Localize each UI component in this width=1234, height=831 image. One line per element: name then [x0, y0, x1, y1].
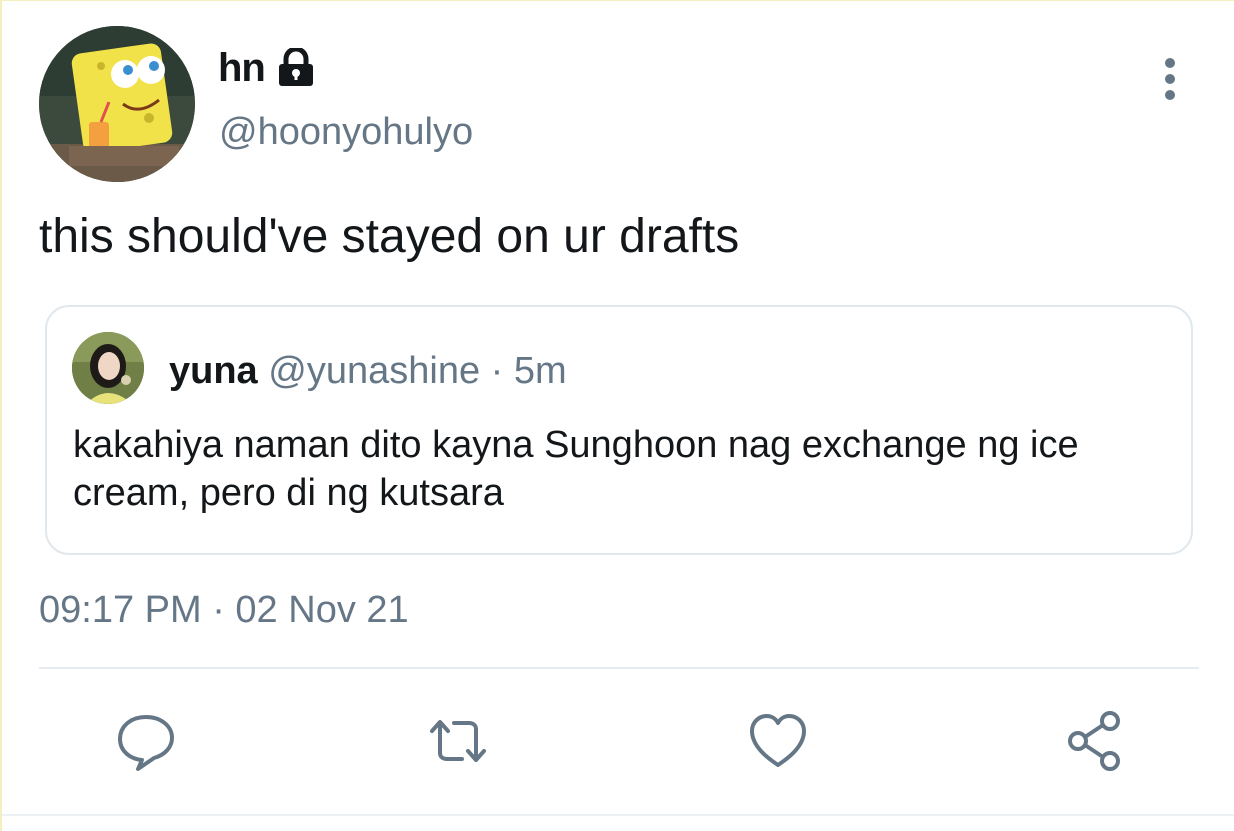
- reply-button[interactable]: [114, 709, 178, 773]
- reply-icon: [118, 715, 174, 771]
- divider: [39, 667, 1199, 669]
- author-name-row: hn: [218, 43, 317, 93]
- quoted-tweet[interactable]: yuna @yunashine · 5m kakahiya naman dito…: [45, 305, 1193, 555]
- quoted-display-name: yuna: [169, 350, 258, 392]
- quoted-author-avatar[interactable]: [72, 332, 144, 404]
- tweet-timestamp[interactable]: 09:17 PM · 02 Nov 21: [39, 589, 409, 632]
- quoted-handle: @yunashine: [268, 350, 481, 392]
- share-button[interactable]: [1062, 709, 1126, 773]
- author-handle[interactable]: @hoonyohulyo: [219, 111, 473, 154]
- tweet-text: this should've stayed on ur drafts: [39, 210, 740, 263]
- quoted-text: kakahiya naman dito kayna Sunghoon nag e…: [73, 424, 1079, 514]
- lock-icon: [275, 46, 317, 88]
- author-display-name[interactable]: hn: [218, 46, 266, 91]
- retweet-button[interactable]: [426, 709, 490, 773]
- share-icon: [1068, 711, 1120, 771]
- quoted-header: yuna @yunashine · 5m: [169, 349, 567, 393]
- quoted-time: 5m: [513, 350, 567, 392]
- more-vertical-icon[interactable]: [1154, 55, 1186, 103]
- like-button[interactable]: [746, 709, 810, 773]
- quoted-separator: ·: [490, 350, 504, 392]
- tweet-card: hn @hoonyohulyo this should've stayed on…: [0, 0, 1234, 831]
- photo-avatar-image: [72, 332, 144, 404]
- like-icon: [750, 714, 806, 767]
- cartoon-avatar-image: [39, 26, 195, 182]
- bottom-border: [2, 814, 1234, 816]
- author-avatar[interactable]: [39, 26, 195, 182]
- retweet-icon: [430, 720, 486, 762]
